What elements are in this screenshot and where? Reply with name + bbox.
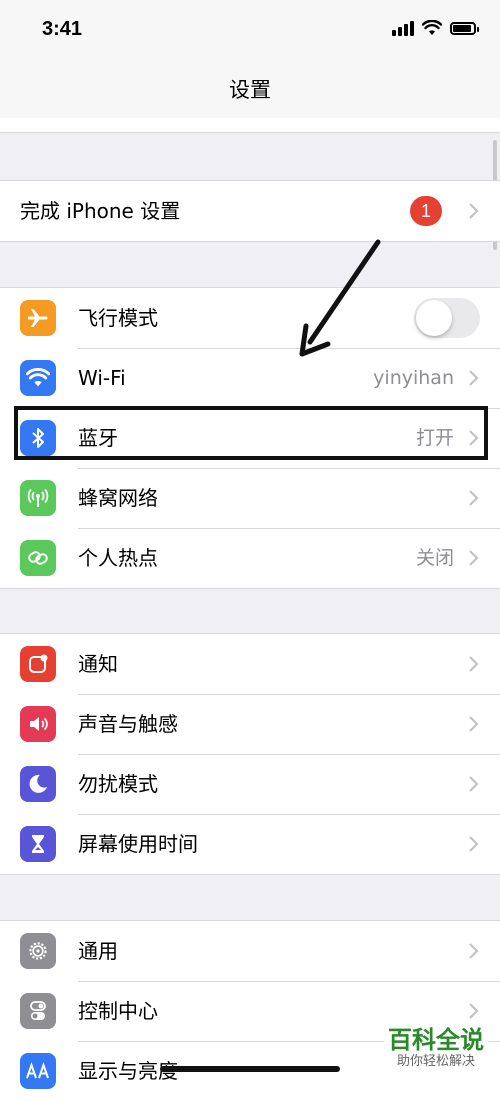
page-title: 设置 bbox=[229, 78, 271, 102]
chevron-right-icon bbox=[469, 943, 479, 959]
toggles-icon bbox=[20, 993, 56, 1029]
gear-icon bbox=[20, 933, 56, 969]
setup-row[interactable]: 完成 iPhone 设置 1 bbox=[0, 181, 500, 241]
notifications-row[interactable]: 通知 bbox=[0, 634, 500, 694]
dnd-row[interactable]: 勿扰模式 bbox=[0, 754, 500, 814]
airplane-toggle[interactable] bbox=[414, 298, 480, 338]
hourglass-icon bbox=[20, 826, 56, 862]
chevron-right-icon bbox=[469, 203, 479, 219]
watermark-brand: 百科全说 bbox=[388, 1026, 484, 1054]
screentime-row[interactable]: 屏幕使用时间 bbox=[0, 814, 500, 874]
sounds-label: 声音与触感 bbox=[78, 712, 178, 736]
navigation-bar: 设置 bbox=[0, 60, 500, 118]
chevron-right-icon bbox=[469, 776, 479, 792]
control-center-label: 控制中心 bbox=[78, 999, 158, 1023]
notifications-icon bbox=[20, 646, 56, 682]
wifi-icon bbox=[20, 360, 56, 396]
toggle-knob bbox=[416, 300, 452, 336]
airplane-icon bbox=[20, 300, 56, 336]
chevron-right-icon bbox=[469, 836, 479, 852]
wifi-row[interactable]: Wi-Fi yinyihan bbox=[0, 348, 500, 408]
airplane-label: 飞行模式 bbox=[78, 306, 158, 330]
battery-icon bbox=[450, 21, 479, 35]
chevron-right-icon bbox=[469, 490, 479, 506]
general-row[interactable]: 通用 bbox=[0, 921, 500, 981]
notifications-label: 通知 bbox=[78, 652, 118, 676]
cellular-row[interactable]: 蜂窝网络 bbox=[0, 468, 500, 528]
watermark-subtitle: 助你轻松解决 bbox=[396, 1054, 475, 1069]
setup-group: 完成 iPhone 设置 1 bbox=[0, 180, 500, 242]
search-row-partial bbox=[0, 118, 500, 133]
wifi-status-icon bbox=[422, 20, 442, 35]
status-icons bbox=[392, 20, 479, 36]
moon-icon bbox=[20, 766, 56, 802]
chevron-right-icon bbox=[469, 370, 479, 386]
airplane-row: 飞行模式 bbox=[0, 288, 500, 348]
general-group: 通用 控制中心 显示与亮度 bbox=[0, 920, 500, 1101]
notifications-group: 通知 声音与触感 勿扰模式 屏幕使用时间 bbox=[0, 633, 500, 875]
sounds-row[interactable]: 声音与触感 bbox=[0, 694, 500, 754]
chevron-right-icon bbox=[469, 716, 479, 732]
chevron-right-icon bbox=[469, 1003, 479, 1019]
notification-badge: 1 bbox=[410, 196, 442, 226]
watermark: 百科全说 助你轻松解决 bbox=[384, 1024, 488, 1072]
status-time: 3:41 bbox=[42, 18, 83, 40]
status-bar: 3:41 bbox=[0, 0, 500, 60]
setup-label: 完成 iPhone 设置 bbox=[20, 199, 181, 223]
annotation-arrow-icon bbox=[299, 239, 381, 357]
highlight-box bbox=[14, 406, 488, 460]
hotspot-status: 关闭 bbox=[415, 547, 454, 569]
cellular-antenna-icon bbox=[20, 480, 56, 516]
dnd-label: 勿扰模式 bbox=[78, 772, 158, 796]
hotspot-row[interactable]: 个人热点 关闭 bbox=[0, 528, 500, 588]
screentime-label: 屏幕使用时间 bbox=[78, 832, 198, 856]
speaker-icon bbox=[20, 706, 56, 742]
hotspot-link-icon bbox=[20, 540, 56, 576]
chevron-right-icon bbox=[469, 550, 479, 566]
cellular-signal-icon bbox=[392, 20, 414, 36]
cellular-label: 蜂窝网络 bbox=[78, 486, 158, 510]
general-label: 通用 bbox=[78, 939, 118, 963]
home-indicator[interactable] bbox=[160, 1066, 340, 1072]
hotspot-label: 个人热点 bbox=[78, 546, 158, 570]
chevron-right-icon bbox=[469, 656, 479, 672]
wifi-label: Wi-Fi bbox=[78, 366, 126, 390]
